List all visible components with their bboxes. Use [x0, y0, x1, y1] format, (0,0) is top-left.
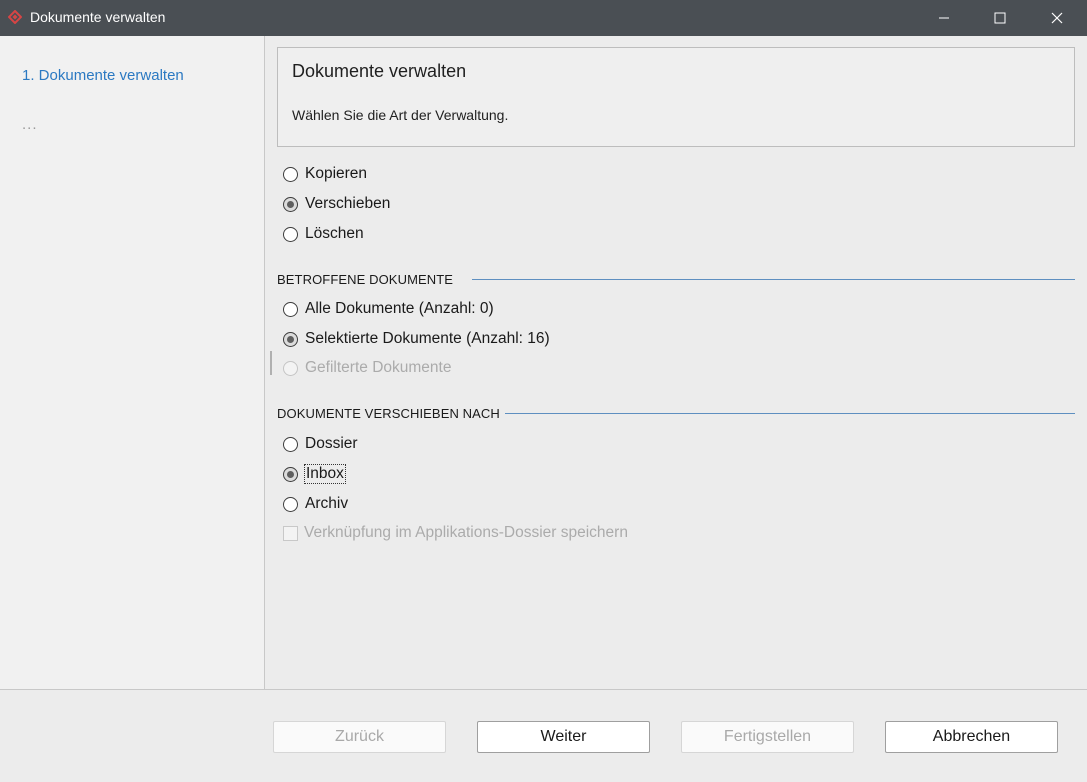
radio-label: Verschieben: [305, 195, 391, 212]
radio-button-selected[interactable]: [283, 331, 298, 347]
radio-button[interactable]: [283, 226, 298, 242]
section-heading-affected: BETROFFENE DOKUMENTE: [277, 272, 454, 287]
splitter-handle[interactable]: [270, 351, 272, 375]
radio-label: Gefilterte Dokumente: [305, 359, 452, 376]
checkbox-label: Verknüpfung im Applikations-Dossier spei…: [304, 524, 628, 541]
close-icon: [1051, 12, 1063, 24]
minimize-button[interactable]: [919, 0, 969, 36]
radio-label: Selektierte Dokumente (Anzahl: 16): [305, 330, 550, 347]
maximize-icon: [994, 12, 1006, 24]
radio-button-selected[interactable]: [283, 466, 298, 482]
radio-verschieben[interactable]: Verschieben: [283, 193, 390, 215]
radio-label: Dossier: [305, 435, 358, 452]
page-title: Dokumente verwalten: [292, 61, 467, 81]
radio-label: Inbox: [304, 464, 346, 484]
section-divider: [505, 413, 1075, 414]
radio-label: Alle Dokumente (Anzahl: 0): [305, 300, 494, 317]
finish-button: Fertigstellen: [681, 721, 854, 753]
wizard-page: Dokumente verwalten Wählen Sie die Art d…: [265, 36, 1087, 689]
wizard-step-more: ...: [22, 116, 38, 133]
maximize-button[interactable]: [975, 0, 1025, 36]
page-header: Dokumente verwalten Wählen Sie die Art d…: [277, 47, 1075, 147]
radio-dossier[interactable]: Dossier: [283, 433, 358, 455]
button-bar: Zurück Weiter Fertigstellen Abbrechen: [0, 689, 1087, 782]
radio-gefilterte-dokumente: Gefilterte Dokumente: [283, 357, 451, 379]
radio-kopieren[interactable]: Kopieren: [283, 163, 367, 185]
radio-alle-dokumente[interactable]: Alle Dokumente (Anzahl: 0): [283, 298, 494, 320]
checkbox-disabled: [283, 525, 298, 541]
radio-label: Löschen: [305, 225, 364, 242]
checkbox-verknuepfung: Verknüpfung im Applikations-Dossier spei…: [283, 522, 628, 544]
radio-button-selected[interactable]: [283, 196, 298, 212]
back-button: Zurück: [273, 721, 446, 753]
wizard-steps-sidebar: 1. Dokumente verwalten ...: [0, 36, 265, 689]
page-subtitle: Wählen Sie die Art der Verwaltung.: [292, 107, 509, 123]
minimize-icon: [939, 17, 949, 19]
radio-inbox[interactable]: Inbox: [283, 463, 346, 485]
radio-archiv[interactable]: Archiv: [283, 493, 348, 515]
title-bar: Dokumente verwalten: [0, 0, 1087, 36]
radio-button[interactable]: [283, 436, 298, 452]
section-heading-destination: DOKUMENTE VERSCHIEBEN NACH: [277, 406, 500, 421]
wizard-step-current: 1. Dokumente verwalten: [22, 67, 184, 84]
radio-selektierte-dokumente[interactable]: Selektierte Dokumente (Anzahl: 16): [283, 328, 550, 350]
section-divider: [472, 279, 1075, 280]
radio-button[interactable]: [283, 301, 298, 317]
radio-label: Kopieren: [305, 165, 368, 182]
radio-button-disabled: [283, 360, 298, 376]
next-button[interactable]: Weiter: [477, 721, 650, 753]
window-title: Dokumente verwalten: [30, 9, 166, 25]
radio-loeschen[interactable]: Löschen: [283, 223, 364, 245]
radio-button[interactable]: [283, 496, 298, 512]
app-logo-icon: [8, 10, 22, 24]
radio-button[interactable]: [283, 166, 298, 182]
cancel-button[interactable]: Abbrechen: [885, 721, 1058, 753]
radio-label: Archiv: [305, 495, 349, 512]
close-button[interactable]: [1032, 0, 1082, 36]
